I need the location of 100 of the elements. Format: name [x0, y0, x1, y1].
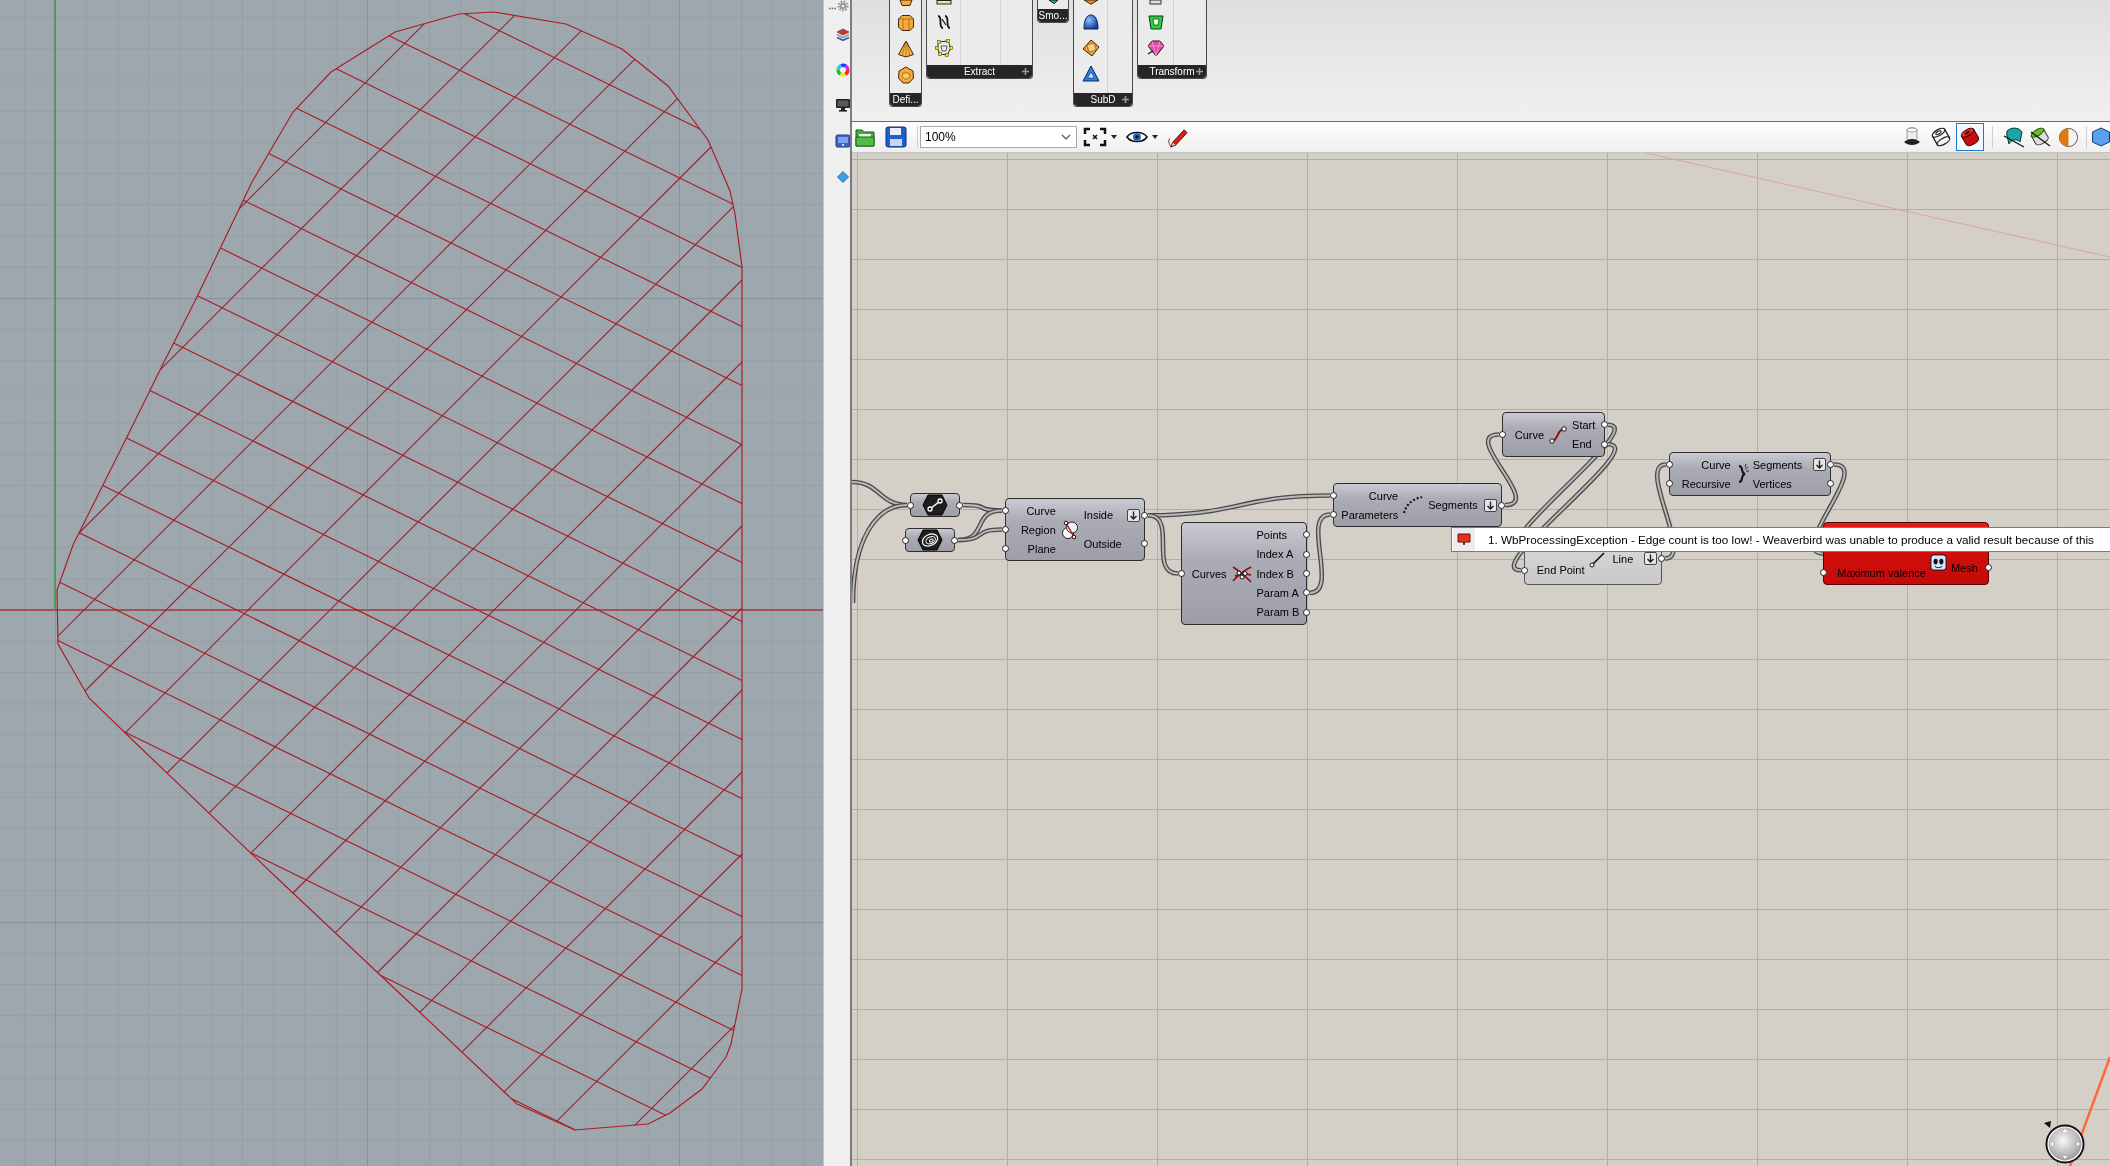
parameter-node[interactable] — [910, 493, 960, 517]
pencil-icon[interactable] — [1167, 126, 1188, 148]
zoom-extents-icon[interactable] — [1083, 127, 1107, 147]
control-points-icon[interactable] — [934, 39, 953, 57]
arrow-icon[interactable] — [1046, 0, 1060, 4]
speech-bubble-icon — [1453, 528, 1475, 551]
triangle-icon[interactable] — [1081, 65, 1100, 83]
gem-icon[interactable] — [1146, 39, 1165, 57]
half-shaded-sphere-icon[interactable] — [2058, 126, 2079, 148]
parameter-node[interactable] — [905, 528, 955, 552]
color-wheel-icon[interactable] — [836, 63, 850, 77]
down-arrow-icon — [1644, 552, 1657, 565]
output-label: Index B — [1256, 567, 1294, 580]
output-port-icon[interactable] — [1303, 608, 1310, 616]
output-port-icon[interactable] — [1303, 570, 1310, 577]
component-node[interactable]: Curve Start End — [1502, 412, 1605, 457]
output-port-icon[interactable] — [1498, 501, 1505, 509]
input-port-icon[interactable] — [1666, 461, 1673, 468]
book-icon[interactable] — [835, 133, 851, 149]
output-label: Vertices — [1752, 477, 1792, 490]
box-icon[interactable] — [1146, 0, 1165, 5]
output-port-icon[interactable] — [1303, 550, 1310, 558]
folder-icon[interactable] — [855, 126, 875, 148]
input-port-icon[interactable] — [1666, 480, 1673, 487]
output-label: Segments — [1428, 499, 1478, 511]
component-node[interactable]: Curve Recursive Segments Vertices — [1669, 452, 1831, 496]
pyramid-icon[interactable] — [896, 40, 915, 58]
save-icon[interactable] — [885, 126, 907, 148]
output-port-icon[interactable] — [1827, 480, 1834, 487]
more-icon[interactable] — [828, 7, 837, 10]
input-port-icon[interactable] — [1820, 569, 1827, 576]
panel-title[interactable]: Defi... — [890, 93, 921, 106]
caret-icon[interactable] — [1152, 135, 1158, 139]
hexagon-spiral-icon — [917, 529, 943, 551]
panel-title[interactable]: Extract — [927, 65, 1032, 78]
output-label: Start — [1572, 418, 1596, 431]
chevron-icon — [1061, 134, 1071, 140]
panel-title[interactable]: Transform — [1138, 65, 1206, 78]
input-label: Recursive — [1681, 477, 1731, 490]
input-port-icon[interactable] — [1002, 526, 1009, 533]
solid-icon[interactable] — [896, 0, 915, 6]
input-port-icon[interactable] — [1521, 566, 1528, 574]
dotted-curve-icon — [1402, 495, 1425, 515]
output-port-icon[interactable] — [956, 501, 963, 509]
output-port-icon[interactable] — [1303, 589, 1310, 597]
output-port-icon[interactable] — [1303, 531, 1310, 539]
input-label: End Point — [1536, 564, 1585, 577]
preview-mode-button[interactable] — [1956, 123, 1984, 151]
monitor-icon[interactable] — [835, 98, 851, 112]
input-label: Curve — [1368, 489, 1399, 502]
input-port-icon[interactable] — [1330, 492, 1337, 499]
smiley-face-icon — [1929, 554, 1947, 571]
down-arrow-icon — [1813, 458, 1826, 471]
cube-icon[interactable] — [1081, 39, 1100, 57]
input-port-icon[interactable] — [902, 536, 909, 544]
input-label: Region — [1020, 523, 1056, 536]
input-port-icon[interactable] — [1002, 545, 1009, 552]
input-port-icon[interactable] — [907, 501, 914, 509]
sliced-cylinder-icon[interactable] — [2029, 126, 2052, 148]
wireframe-cylinder-icon — [1929, 126, 1953, 148]
hexagon-icon[interactable] — [2092, 126, 2110, 148]
bar-icon[interactable] — [934, 0, 953, 5]
component-node[interactable]: Curves Points Index A Index B Param A Param B — [1181, 522, 1307, 625]
panel-title[interactable]: SubD — [1074, 93, 1132, 106]
input-port-icon[interactable] — [1330, 511, 1337, 518]
output-port-icon[interactable] — [1141, 511, 1148, 519]
hexagon-line-icon — [922, 494, 948, 516]
diamond-icon[interactable] — [837, 171, 849, 183]
zoom-dropdown[interactable]: 100% — [920, 126, 1077, 148]
input-label: Curve — [1026, 504, 1056, 517]
surface-icon[interactable] — [2003, 126, 2025, 148]
output-label: Index A — [1256, 548, 1294, 561]
output-port-icon[interactable] — [1601, 440, 1608, 448]
output-port-icon[interactable] — [1985, 564, 1992, 572]
frame-icon[interactable] — [1146, 13, 1165, 31]
output-port-icon[interactable] — [1658, 555, 1665, 562]
eye-icon[interactable] — [1126, 130, 1148, 144]
dome-icon[interactable] — [1081, 13, 1100, 31]
prism-icon[interactable] — [896, 14, 915, 32]
solid-icon[interactable] — [1081, 0, 1100, 5]
input-port-icon[interactable] — [1178, 570, 1185, 577]
output-port-icon[interactable] — [1601, 421, 1608, 429]
output-label: End — [1572, 438, 1592, 451]
output-port-icon[interactable] — [1141, 540, 1148, 548]
caret-icon[interactable] — [1111, 135, 1117, 139]
input-label: Curve — [1701, 458, 1731, 471]
input-port-icon[interactable] — [1499, 431, 1506, 438]
input-label: Curve — [1514, 428, 1545, 441]
curve-endpoints-icon — [1548, 424, 1569, 445]
input-port-icon[interactable] — [1002, 507, 1009, 514]
output-port-icon[interactable] — [1827, 461, 1834, 468]
output-label: Points — [1256, 528, 1288, 541]
dodecahedron-icon[interactable] — [896, 66, 915, 84]
component-node[interactable]: Curve Region Plane Inside Outside — [1005, 498, 1145, 561]
down-arrow-icon — [1127, 508, 1140, 522]
component-node[interactable]: Curve Parameters Segments — [1333, 483, 1502, 527]
output-label: Line — [1612, 552, 1634, 565]
layers-icon[interactable] — [836, 27, 850, 41]
panel-title[interactable]: Smo... — [1038, 9, 1068, 22]
output-port-icon[interactable] — [951, 536, 958, 544]
